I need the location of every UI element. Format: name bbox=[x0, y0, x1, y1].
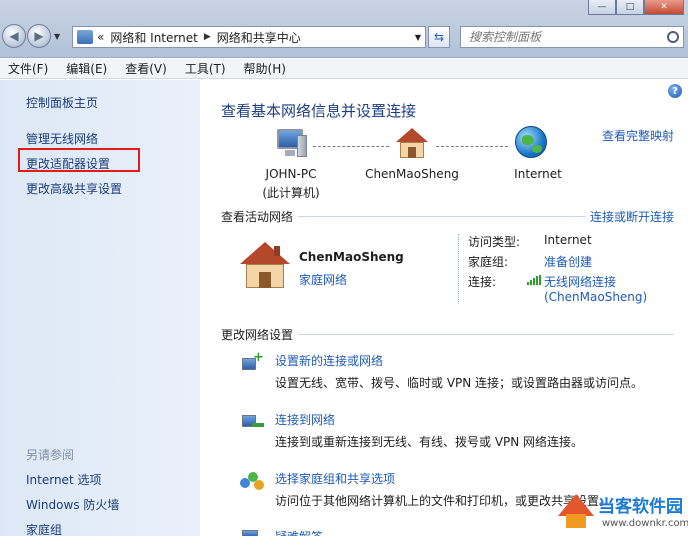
active-networks-heading: 查看活动网络 bbox=[221, 210, 294, 224]
watermark: 当客软件园 www.downkr.com bbox=[546, 488, 688, 536]
connect-network-icon bbox=[240, 411, 264, 433]
menu-edit[interactable]: 编辑(E) bbox=[66, 60, 107, 77]
watermark-logo-icon bbox=[566, 514, 586, 528]
red-highlight-box bbox=[18, 148, 140, 172]
house-icon bbox=[396, 128, 428, 158]
divider bbox=[458, 234, 459, 304]
address-dropdown-icon[interactable]: ▼ bbox=[415, 33, 421, 42]
homegroup-label: 家庭组: bbox=[468, 255, 509, 269]
nav-buttons: ◀ ▶ ▼ bbox=[2, 24, 64, 48]
menu-file[interactable]: 文件(F) bbox=[8, 60, 48, 77]
node-network[interactable]: ChenMaoSheng bbox=[362, 167, 462, 181]
maximize-button[interactable]: □ bbox=[616, 0, 644, 15]
control-panel-icon bbox=[77, 30, 93, 44]
sidebar-item-advanced-sharing[interactable]: 更改高级共享设置 bbox=[26, 180, 122, 197]
menu-help[interactable]: 帮助(H) bbox=[244, 60, 286, 77]
sidebar-item-firewall[interactable]: Windows 防火墙 bbox=[26, 496, 119, 513]
refresh-icon[interactable]: ⇆ bbox=[428, 26, 450, 48]
homegroup-value-link[interactable]: 准备创建 bbox=[544, 253, 592, 270]
homegroup-icon bbox=[240, 470, 264, 492]
signal-icon bbox=[527, 275, 541, 285]
title-bar: — □ ✕ ◀ ▶ ▼ « 网络和 Internet ▶ 网络和共享中心 ▼ ⇆ bbox=[0, 0, 688, 58]
close-button[interactable]: ✕ bbox=[644, 0, 684, 15]
computer-icon bbox=[275, 127, 307, 159]
house-icon bbox=[240, 242, 290, 288]
search-box[interactable] bbox=[460, 26, 684, 48]
sidebar-item-manage-wireless[interactable]: 管理无线网络 bbox=[26, 130, 98, 147]
task-connect-network-desc: 连接到或重新连接到无线、有线、拨号或 VPN 网络连接。 bbox=[275, 435, 584, 449]
node-pc-name: JOHN-PC bbox=[265, 167, 317, 181]
connect-disconnect-link[interactable]: 连接或断开连接 bbox=[590, 208, 674, 225]
access-type-label: 访问类型: bbox=[468, 235, 521, 249]
active-network-name: ChenMaoSheng bbox=[299, 250, 404, 264]
history-dropdown-icon[interactable]: ▼ bbox=[54, 32, 64, 41]
node-internet[interactable]: Internet bbox=[508, 167, 568, 181]
menu-tools[interactable]: 工具(T) bbox=[185, 60, 226, 77]
task-homegroup-sharing[interactable]: 选择家庭组和共享选项 bbox=[275, 470, 395, 487]
task-connect-network[interactable]: 连接到网络 bbox=[275, 411, 335, 428]
connection-label: 连接: bbox=[468, 275, 497, 289]
sidebar-item-control-panel-home[interactable]: 控制面板主页 bbox=[26, 94, 98, 111]
back-icon[interactable]: ◀ bbox=[2, 24, 26, 48]
wireless-connection-link[interactable]: 无线网络连接 bbox=[544, 273, 616, 290]
window-controls: — □ ✕ bbox=[588, 0, 684, 15]
task-setup-connection-desc: 设置无线、宽带、拨号、临时或 VPN 连接；或设置路由器或访问点。 bbox=[275, 376, 644, 390]
change-settings-heading: 更改网络设置 bbox=[221, 328, 294, 342]
watermark-name: 当客软件园 bbox=[598, 497, 683, 517]
section-rule bbox=[298, 334, 674, 335]
menu-bar: 文件(F) 编辑(E) 查看(V) 工具(T) 帮助(H) bbox=[0, 59, 688, 79]
network-type-link[interactable]: 家庭网络 bbox=[299, 271, 347, 288]
breadcrumb-network-internet[interactable]: 网络和 Internet bbox=[110, 29, 197, 46]
access-type-value: Internet bbox=[544, 233, 592, 247]
minimize-button[interactable]: — bbox=[588, 0, 616, 15]
breadcrumb-chevron-icon[interactable]: ▶ bbox=[204, 32, 211, 42]
see-also-label: 另请参阅 bbox=[26, 448, 75, 462]
sidebar-item-internet-options[interactable]: Internet 选项 bbox=[26, 471, 101, 488]
map-connector bbox=[313, 146, 389, 147]
node-pc-sub: (此计算机) bbox=[262, 186, 320, 200]
task-troubleshoot[interactable]: 疑难解答 bbox=[275, 528, 323, 536]
forward-icon[interactable]: ▶ bbox=[27, 24, 51, 48]
address-bar[interactable]: « 网络和 Internet ▶ 网络和共享中心 ▼ bbox=[72, 26, 426, 48]
globe-icon bbox=[515, 126, 547, 158]
watermark-url: www.downkr.com bbox=[602, 518, 688, 529]
troubleshoot-icon bbox=[240, 528, 264, 536]
view-full-map-link[interactable]: 查看完整映射 bbox=[602, 127, 674, 144]
sidebar-item-homegroup[interactable]: 家庭组 bbox=[26, 521, 62, 536]
search-input[interactable] bbox=[469, 30, 659, 44]
help-icon[interactable]: ? bbox=[668, 84, 682, 98]
main-content: ? 查看基本网络信息并设置连接 查看完整映射 JOHN-PC (此计算机) Ch… bbox=[200, 80, 688, 536]
section-rule bbox=[298, 216, 586, 217]
address-prefix[interactable]: « bbox=[97, 30, 104, 44]
menu-view[interactable]: 查看(V) bbox=[125, 60, 167, 77]
search-icon[interactable] bbox=[667, 31, 679, 43]
task-setup-connection[interactable]: 设置新的连接或网络 bbox=[275, 352, 383, 369]
breadcrumb-sharing-center[interactable]: 网络和共享中心 bbox=[217, 29, 301, 46]
new-connection-icon: + bbox=[240, 351, 264, 374]
watermark-logo-icon bbox=[558, 494, 594, 516]
page-title: 查看基本网络信息并设置连接 bbox=[221, 102, 417, 120]
map-connector bbox=[436, 146, 508, 147]
wireless-connection-ssid[interactable]: (ChenMaoSheng) bbox=[544, 290, 647, 304]
